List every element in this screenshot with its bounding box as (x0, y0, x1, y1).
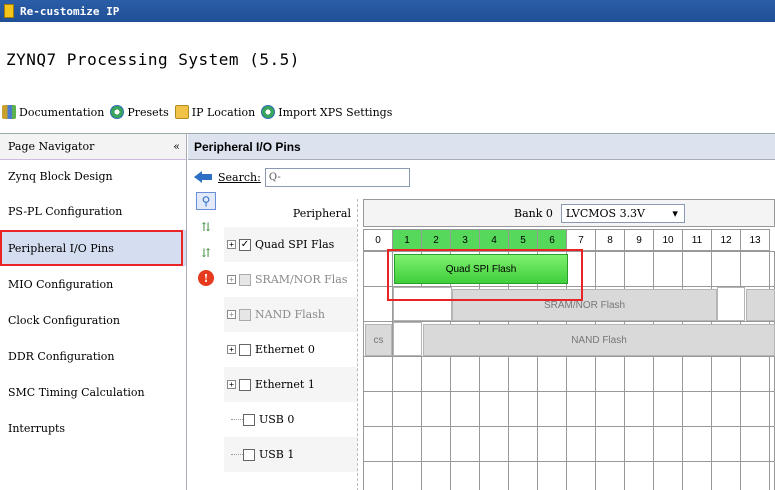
row-label: SRAM/NOR Flas (255, 273, 348, 286)
search-toggle-icon[interactable]: ⚲ (196, 192, 216, 210)
bank-row: Bank 0 LVCMOS 3.3V ▾ (363, 199, 775, 227)
pin-12: 12 (711, 229, 741, 251)
pin-4: 4 (479, 229, 509, 251)
page-navigator: Page Navigator « Zynq Block Design PS-PL… (0, 134, 187, 490)
search-row: Search: Q- (188, 166, 410, 188)
bank-voltage-value: LVCMOS 3.3V (565, 206, 646, 220)
gear-icon (261, 105, 276, 119)
window-titlebar: Re-customize IP (0, 0, 775, 22)
collapse-all-icon[interactable]: ⇅ (196, 218, 216, 236)
usb1-checkbox[interactable] (243, 448, 255, 461)
back-arrow-icon[interactable] (194, 170, 212, 184)
row-label: Ethernet 1 (255, 378, 315, 391)
book-icon (2, 105, 16, 119)
nand-checkbox[interactable] (239, 308, 251, 321)
expand-toggle[interactable]: + (227, 240, 236, 249)
sram-tail-block[interactable] (746, 289, 775, 321)
panel-title: Peripheral I/O Pins (188, 134, 775, 160)
search-input[interactable]: Q- (264, 167, 410, 187)
app-icon (4, 4, 14, 18)
bank-voltage-select[interactable]: LVCMOS 3.3V ▾ (560, 203, 685, 223)
nav-item-smc-timing-calculation[interactable]: SMC Timing Calculation (0, 374, 186, 410)
row-label: Ethernet 0 (255, 343, 315, 356)
nand-flash-block[interactable]: NAND Flash (423, 324, 775, 356)
pin-grid: Bank 0 LVCMOS 3.3V ▾ 0 1 2 3 4 5 6 7 8 9… (363, 199, 775, 490)
expand-all-icon[interactable]: ⇵ (196, 244, 216, 262)
nand-cs-block[interactable]: cs (365, 324, 392, 356)
highlight-box-qspi (387, 249, 583, 301)
import-xps-label: Import XPS Settings (278, 105, 393, 119)
search-placeholder: Q- (268, 171, 281, 183)
pin-9: 9 (624, 229, 654, 251)
quad-spi-checkbox[interactable]: ✓ (239, 238, 251, 251)
pin-10: 10 (653, 229, 683, 251)
folder-icon (174, 105, 189, 119)
pin-3: 3 (450, 229, 480, 251)
gear-icon (110, 105, 125, 119)
ethernet1-checkbox[interactable] (239, 378, 251, 391)
toolbar: Documentation Presets IP Location Import… (0, 100, 398, 124)
pin-13: 13 (740, 229, 770, 251)
expand-toggle[interactable]: + (227, 345, 236, 354)
side-toolbar: ⚲ ⇅ ⇵ ! (196, 192, 218, 294)
pin-11: 11 (682, 229, 712, 251)
navigator-header: Page Navigator « (0, 134, 186, 160)
presets-label: Presets (127, 105, 169, 119)
peripheral-row-ethernet0: + Ethernet 0 (224, 332, 357, 367)
presets-button[interactable]: Presets (110, 105, 169, 119)
nand-gap-cell (393, 322, 422, 356)
window-title: Re-customize IP (20, 4, 120, 18)
bank-label: Bank 0 (514, 206, 553, 220)
pin-header: 0 1 2 3 4 5 6 7 8 9 10 11 12 13 (363, 229, 770, 251)
peripheral-io-panel: Peripheral I/O Pins Search: Q- ⚲ ⇅ ⇵ ! P… (188, 134, 775, 490)
expand-toggle[interactable]: + (227, 275, 236, 284)
usb0-checkbox[interactable] (243, 413, 255, 426)
nav-item-ddr-configuration[interactable]: DDR Configuration (0, 338, 186, 374)
documentation-label: Documentation (19, 105, 105, 119)
nav-item-interrupts[interactable]: Interrupts (0, 410, 186, 446)
nav-item-ps-pl-configuration[interactable]: PS-PL Configuration (0, 193, 186, 230)
sram-nor-checkbox[interactable] (239, 273, 251, 286)
tree-branch (231, 419, 243, 420)
import-xps-button[interactable]: Import XPS Settings (261, 105, 392, 119)
expand-toggle[interactable]: + (227, 310, 236, 319)
navigator-title: Page Navigator (8, 140, 95, 153)
tree-branch (231, 454, 243, 455)
row-label: USB 1 (259, 448, 295, 461)
pin-8: 8 (595, 229, 625, 251)
chevron-down-icon: ▾ (672, 206, 678, 220)
pin-2: 2 (421, 229, 451, 251)
highlight-box-navigator (0, 230, 183, 266)
pin-1: 1 (392, 229, 422, 251)
row-label: NAND Flash (255, 308, 325, 321)
peripheral-row-quad-spi: + ✓ Quad SPI Flas (224, 227, 357, 262)
peripheral-row-ethernet1: + Ethernet 1 (224, 367, 357, 402)
peripheral-row-nand: + NAND Flash (224, 297, 357, 332)
search-label: Search: (218, 170, 261, 184)
pin-7: 7 (566, 229, 596, 251)
ip-location-button[interactable]: IP Location (174, 105, 256, 119)
column-header-peripheral: Peripheral (292, 206, 351, 220)
row-label: USB 0 (259, 413, 295, 426)
peripheral-tree: Peripheral + ✓ Quad SPI Flas + SRAM/NOR … (224, 199, 358, 490)
pin-5: 5 (508, 229, 538, 251)
pin-0: 0 (363, 229, 393, 251)
nav-item-mio-configuration[interactable]: MIO Configuration (0, 266, 186, 302)
peripheral-row-usb1: USB 1 (224, 437, 357, 472)
sram-gap-cell (717, 287, 745, 321)
page-title: ZYNQ7 Processing System (5.5) (6, 50, 300, 69)
collapse-button[interactable]: « (173, 140, 180, 153)
error-icon[interactable]: ! (198, 270, 214, 286)
expand-toggle[interactable]: + (227, 380, 236, 389)
peripheral-row-sram-nor: + SRAM/NOR Flas (224, 262, 357, 297)
peripheral-row-usb0: USB 0 (224, 402, 357, 437)
documentation-button[interactable]: Documentation (2, 105, 104, 119)
pin-6: 6 (537, 229, 567, 251)
nav-item-clock-configuration[interactable]: Clock Configuration (0, 302, 186, 338)
row-label: Quad SPI Flas (255, 238, 335, 251)
nav-item-zynq-block-design[interactable]: Zynq Block Design (0, 160, 186, 193)
ip-location-label: IP Location (191, 105, 256, 119)
ethernet0-checkbox[interactable] (239, 343, 251, 356)
main-content: Page Navigator « Zynq Block Design PS-PL… (0, 133, 775, 490)
